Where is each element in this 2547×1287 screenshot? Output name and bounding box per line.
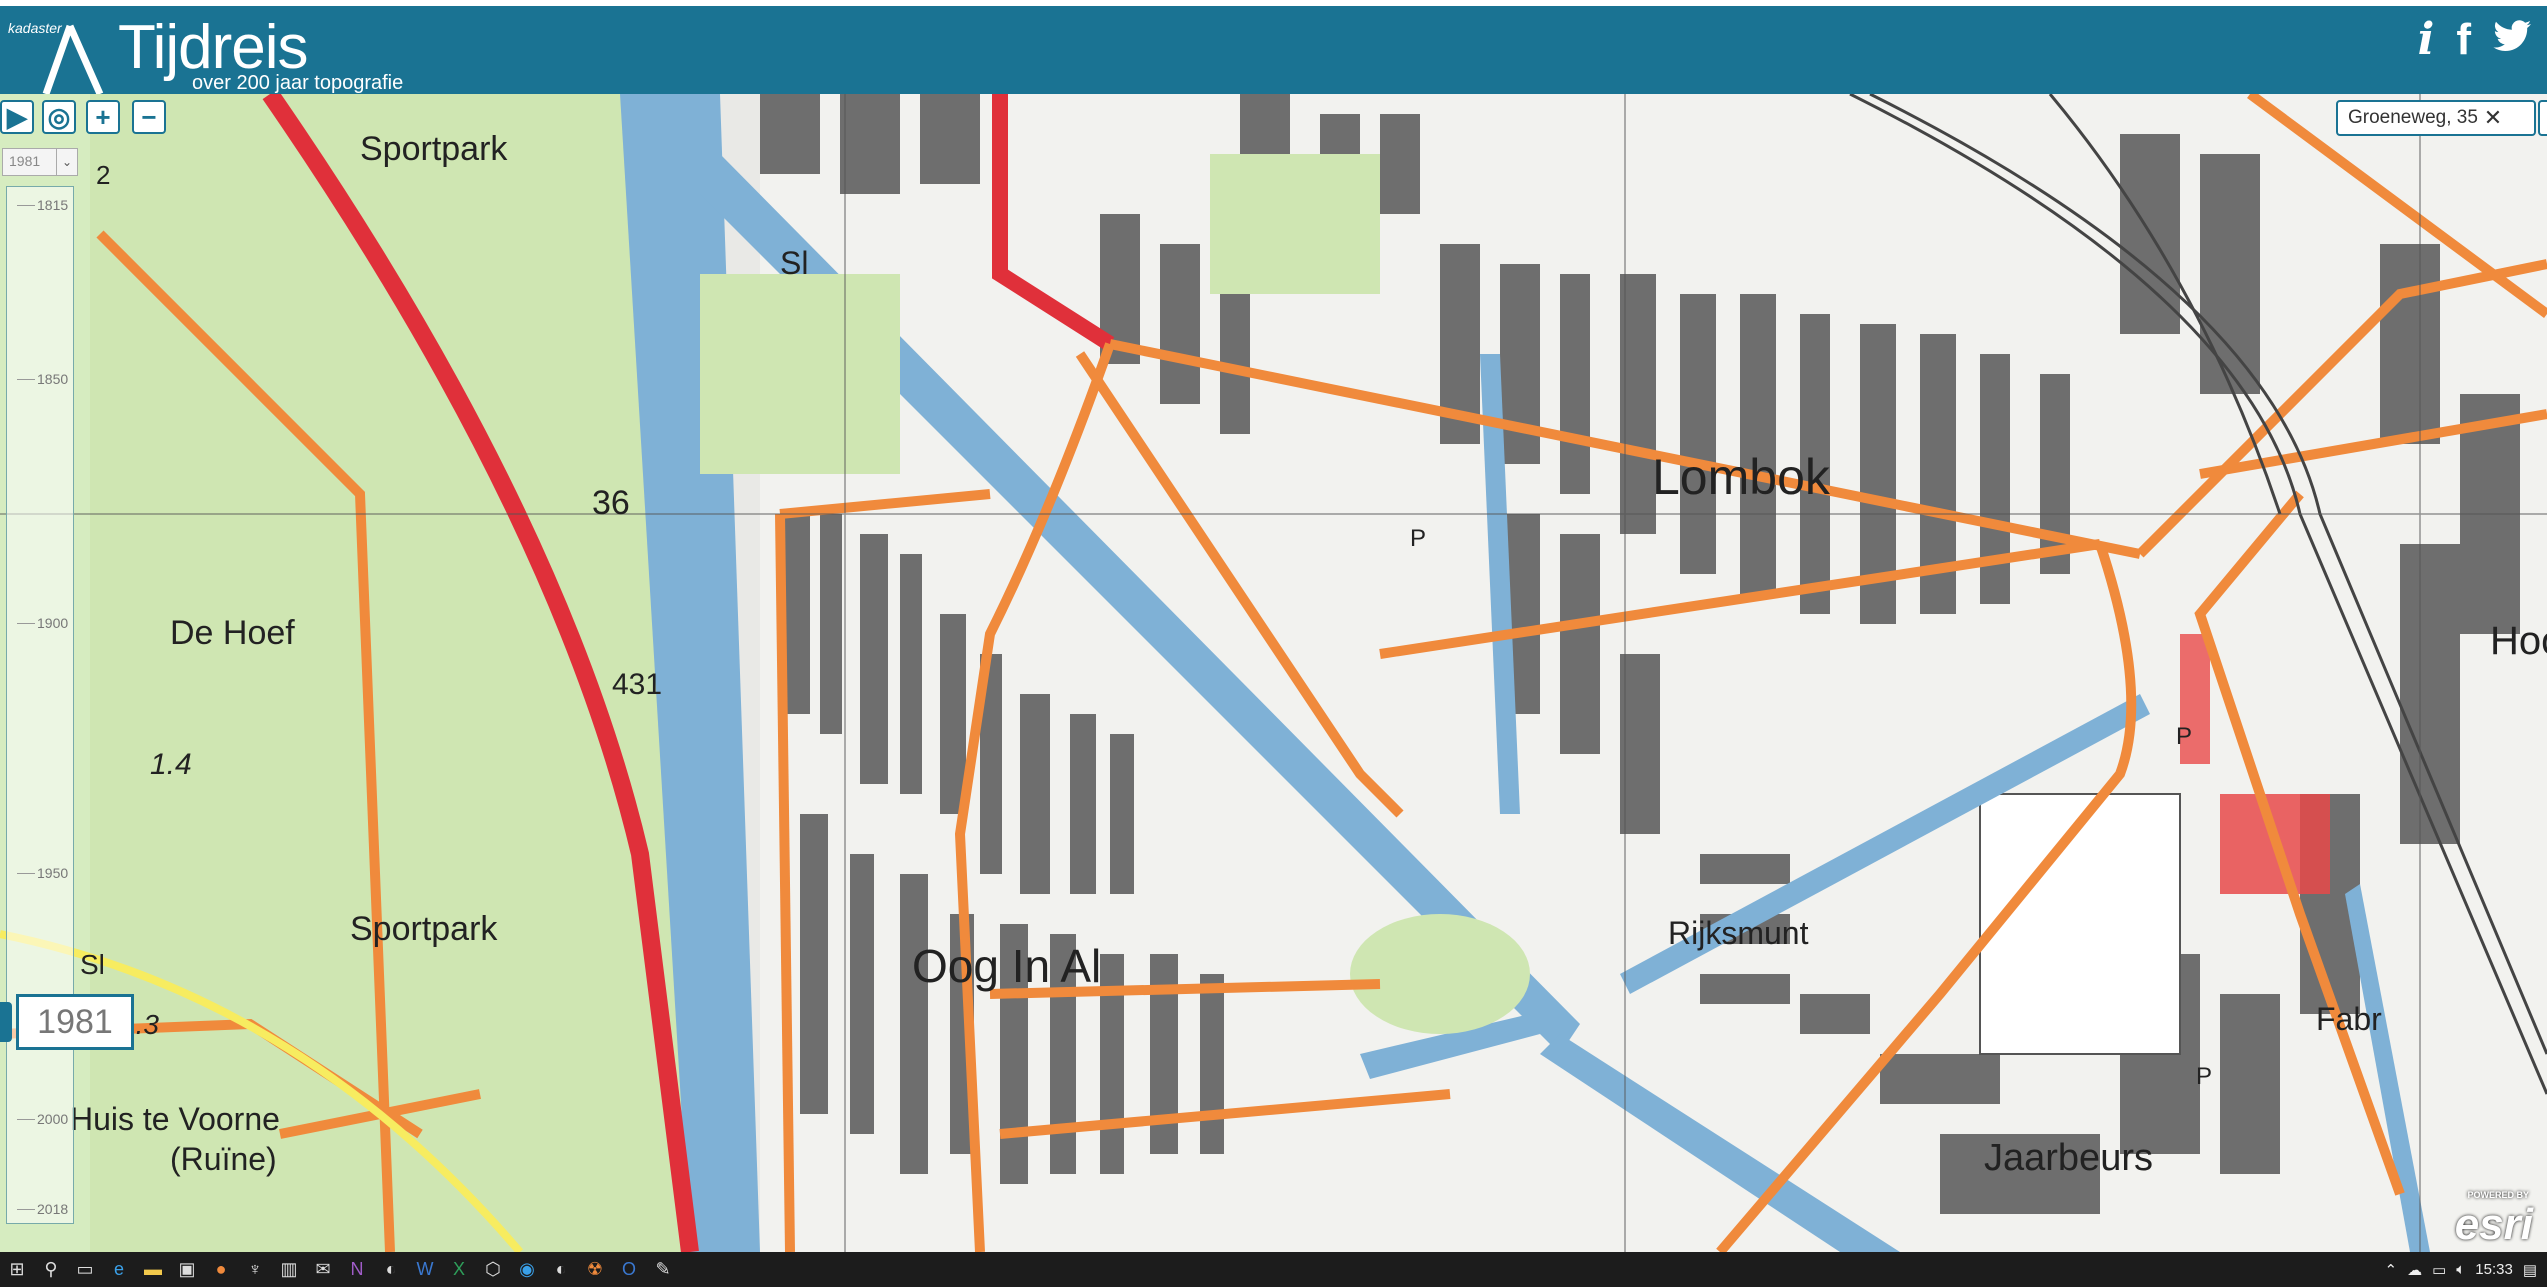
twitter-icon[interactable] (2493, 18, 2533, 62)
app-header: kadaster Tijdreis over 200 jaar topograf… (0, 0, 2547, 96)
system-tray: ⌃ ☁ ▭ 🔈︎ 15:33 ▤ (2384, 1252, 2547, 1287)
map-label-2: 2 (96, 160, 110, 190)
timeline-tick-label: 1850 (37, 371, 69, 387)
clock[interactable]: 15:33 (2475, 1261, 2513, 1278)
map-label-de-hoef: De Hoef (170, 614, 295, 652)
notifications-icon[interactable]: ▤ (2523, 1261, 2537, 1279)
app4-icon[interactable]: ☢ (578, 1252, 612, 1287)
clear-icon[interactable]: ✕ (2480, 105, 2506, 131)
chevron-up-icon[interactable]: ⌃ (2384, 1261, 2397, 1279)
play-button[interactable]: ▶ (0, 100, 34, 134)
explorer-icon[interactable]: ▬ (136, 1252, 170, 1287)
search-button[interactable] (2538, 100, 2547, 136)
network-icon[interactable]: ▭ (2432, 1261, 2446, 1279)
chevron-down-icon: ⌄ (56, 149, 77, 175)
map-label-huis-te-voorne: Huis te Voorne (70, 1101, 280, 1137)
task-view-icon[interactable]: ▭ (68, 1252, 102, 1287)
timeline-tick-label: 1950 (37, 865, 69, 881)
kadaster-logo-icon (42, 24, 104, 96)
powered-by-text: POWERED BY (2467, 1190, 2529, 1200)
steam-icon[interactable]: ◐ (374, 1252, 408, 1287)
word-icon[interactable]: W (408, 1252, 442, 1287)
esri-logo: esri (2454, 1200, 2533, 1249)
facebook-icon[interactable]: f (2456, 18, 2471, 62)
header-icons: i f (2418, 18, 2533, 62)
timeline-tick (17, 1209, 35, 1210)
timeline-tick (17, 873, 35, 874)
steam2-icon[interactable]: ◐ (544, 1252, 578, 1287)
search-icon[interactable]: ⚲ (34, 1252, 68, 1287)
map-label-sl-top: Sl (780, 245, 808, 281)
map-label-fabr: Fabr (2316, 1001, 2382, 1037)
locate-button[interactable]: ◎ (42, 100, 76, 134)
mail-icon[interactable]: ✉ (306, 1252, 340, 1287)
onenote-icon[interactable]: N (340, 1252, 374, 1287)
map-label-1-4: 1.4 (150, 748, 192, 781)
timeline-tick-label: 2018 (37, 1201, 69, 1217)
map-label-431: 431 (612, 668, 662, 701)
timeline-tick (17, 379, 35, 380)
excel-icon[interactable]: X (442, 1252, 476, 1287)
map-label-p2: P (2176, 723, 2192, 750)
timeline-tick-label: 2000 (37, 1111, 69, 1127)
timeline-tick-label: 1900 (37, 615, 69, 631)
map-label-hoog: Hoog (2490, 619, 2547, 663)
library-icon[interactable]: ▥ (272, 1252, 306, 1287)
timeline-tick (17, 1119, 35, 1120)
search-input[interactable] (2338, 106, 2480, 130)
year-select-value: 1981 (9, 153, 41, 169)
esri-attribution[interactable]: POWERED BY esri (2454, 1190, 2533, 1250)
timeline-tick (17, 205, 35, 206)
zoom-out-button[interactable]: − (132, 100, 166, 134)
timeline-handle[interactable] (0, 1002, 12, 1042)
map-label-sportpark-top: Sportpark (360, 130, 508, 168)
outlook-icon[interactable]: O (612, 1252, 646, 1287)
map-label-sportpark-bottom: Sportpark (350, 910, 498, 948)
search-box: ✕ (2336, 100, 2547, 136)
map-label-jaarbeurs: Jaarbeurs (1984, 1137, 2153, 1179)
map-label-ruine: (Ruïne) (170, 1141, 277, 1177)
timeline-tick (17, 623, 35, 624)
zoom-in-button[interactable]: + (86, 100, 120, 134)
app3-icon[interactable]: ◉ (510, 1252, 544, 1287)
app-icon[interactable]: ♆ (238, 1252, 272, 1287)
timeline-slider[interactable]: 1815 1850 1900 1950 2000 2018 (6, 186, 74, 1224)
topographic-map[interactable]: Sportpark Sl 36 De Hoef 431 1.4 Sportpar… (0, 94, 2547, 1252)
app-subtitle: over 200 jaar topografie (192, 72, 404, 94)
edge-icon[interactable]: e (102, 1252, 136, 1287)
current-year-box[interactable]: 1981 (16, 994, 134, 1050)
onedrive-icon[interactable]: ☁ (2407, 1261, 2422, 1279)
map-label-oog-in-al: Oog In Al (912, 940, 1101, 992)
map-label-lombok: Lombok (1652, 449, 1831, 505)
map-label-rijksmunt: Rijksmunt (1668, 915, 1809, 951)
windows-taskbar: ⊞ ⚲ ▭ e ▬ ▣ ● ♆ ▥ ✉ N ◐ W X ⬡ ◉ ◐ ☢ O ✎ … (0, 1252, 2547, 1287)
map-canvas: Sportpark Sl 36 De Hoef 431 1.4 Sportpar… (0, 94, 2547, 1252)
app5-icon[interactable]: ✎ (646, 1252, 680, 1287)
map-label-p1: P (1410, 525, 1426, 552)
info-icon[interactable]: i (2418, 18, 2435, 62)
timeline-tick-label: 1815 (37, 197, 69, 213)
map-label-36: 36 (592, 484, 630, 522)
store-icon[interactable]: ▣ (170, 1252, 204, 1287)
map-label-sl-bottom: Sl (80, 949, 105, 980)
map-label-p3: P (2196, 1063, 2212, 1090)
year-select[interactable]: 1981 ⌄ (2, 148, 78, 176)
firefox-icon[interactable]: ● (204, 1252, 238, 1287)
app2-icon[interactable]: ⬡ (476, 1252, 510, 1287)
volume-icon[interactable]: 🔈︎ (2456, 1261, 2465, 1278)
windows-icon[interactable]: ⊞ (0, 1252, 34, 1287)
